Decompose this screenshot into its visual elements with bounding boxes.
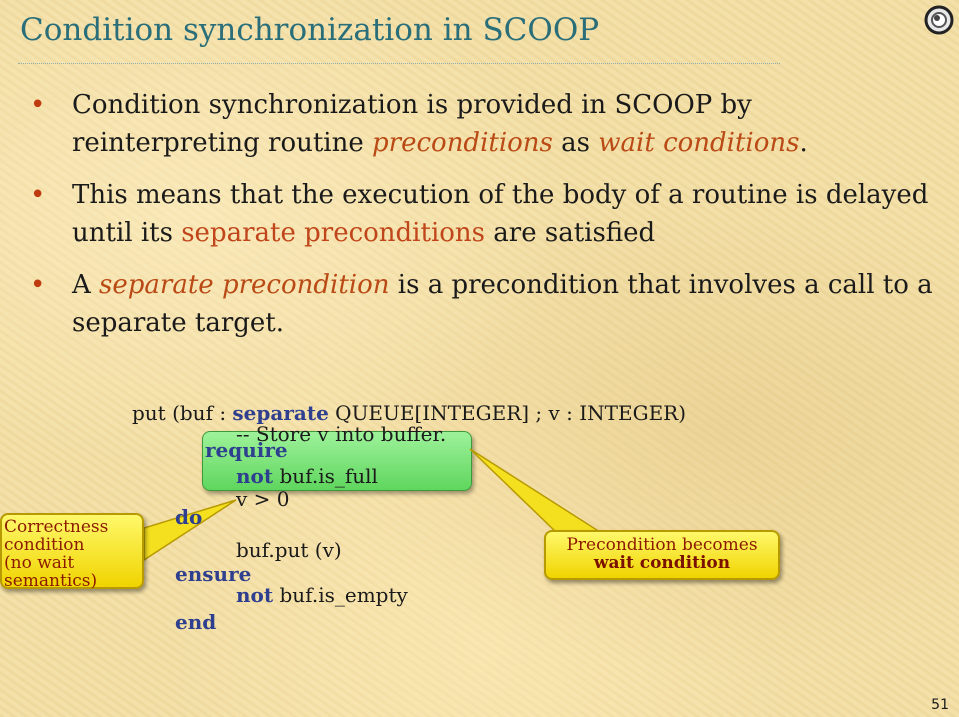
slide-number: 51 xyxy=(931,697,949,713)
code-keyword-require: require xyxy=(205,438,288,462)
code-line-put: buf.put (v) xyxy=(236,538,342,562)
wait-condition-callout: Precondition becomes wait condition xyxy=(544,530,780,580)
code-line-not-empty: not buf.is_empty xyxy=(236,583,408,607)
code-keyword-end: end xyxy=(175,610,217,634)
code-keyword-do: do xyxy=(175,505,203,529)
code-line-not-full: not buf.is_full xyxy=(236,464,378,488)
code-listing: put (buf : separate QUEUE[INTEGER] ; v :… xyxy=(0,0,959,717)
correctness-callout: Correctness condition (no wait semantics… xyxy=(0,513,144,590)
code-line-v-positive: v > 0 xyxy=(236,487,290,511)
